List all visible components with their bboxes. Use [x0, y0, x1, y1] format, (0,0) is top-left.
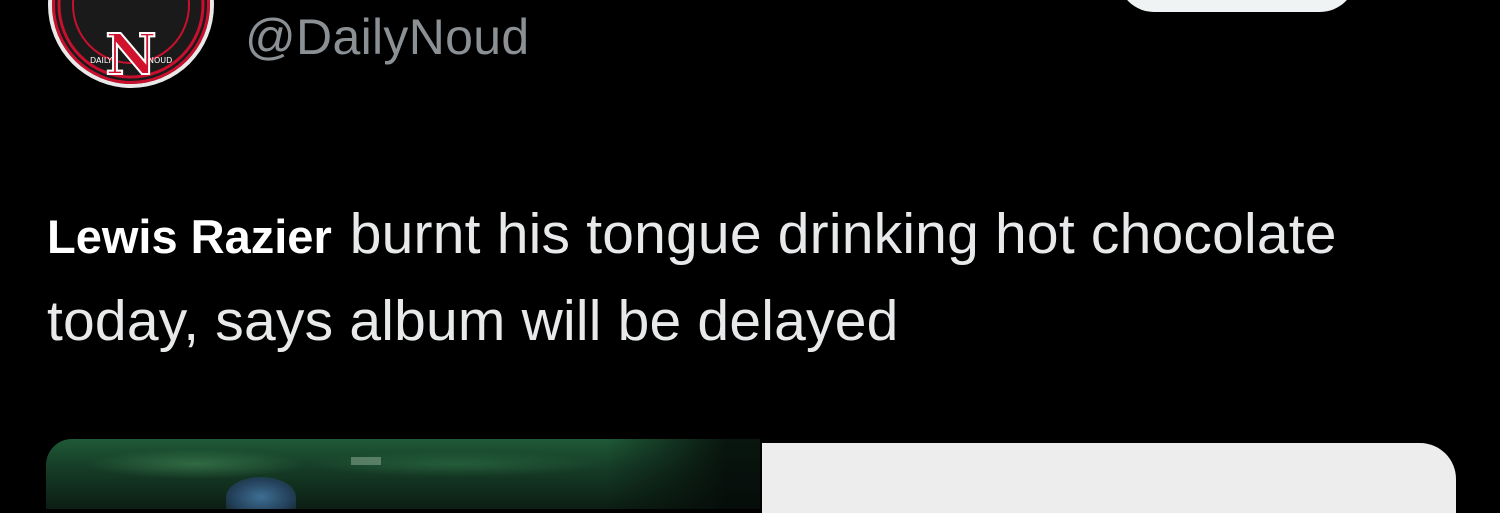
logo-letter: N [105, 22, 156, 84]
daily-noud-logo: DAILY NOUD N [52, 0, 210, 84]
follow-button[interactable] [1118, 0, 1356, 12]
tweet-text: Lewis Razier burnt his tongue drinking ho… [47, 192, 1387, 363]
logo-graphic: DAILY NOUD N [57, 0, 205, 84]
media-highlight [351, 457, 381, 465]
mentioned-name[interactable]: Lewis Razier [47, 210, 332, 263]
tweet-media-card[interactable] [762, 443, 1456, 513]
media-texture [86, 449, 306, 479]
profile-avatar[interactable]: DAILY NOUD N [48, 0, 214, 88]
media-figure [226, 477, 296, 509]
user-handle[interactable]: @DailyNoud [245, 9, 529, 65]
